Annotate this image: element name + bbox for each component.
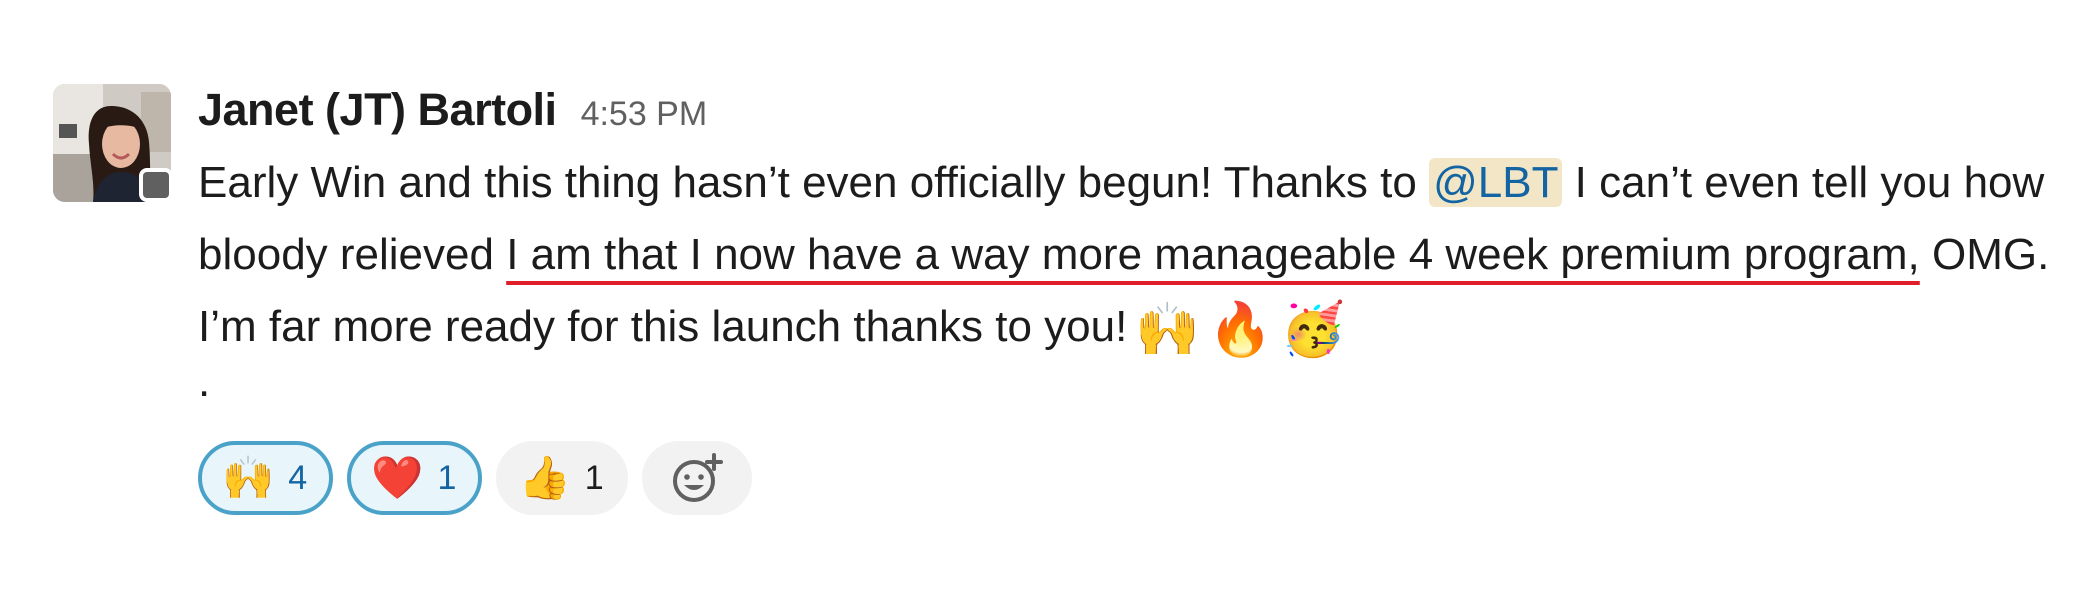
reaction-heart[interactable]: ❤️ 1 <box>347 441 483 515</box>
reaction-count: 1 <box>437 458 457 497</box>
message-text: Early Win and this thing hasn’t even off… <box>198 158 1430 207</box>
heart-icon: ❤️ <box>371 453 424 502</box>
reaction-count: 4 <box>288 458 308 497</box>
trailing-text: . <box>198 357 211 406</box>
raised-hands-icon: 🙌 <box>222 453 275 502</box>
message-header: Janet (JT) Bartoli 4:53 PM <box>198 84 2078 146</box>
reaction-thumbs-up[interactable]: 👍 1 <box>496 441 628 515</box>
reaction-raised-hands[interactable]: 🙌 4 <box>198 441 334 515</box>
fire-icon: 🔥 <box>1208 300 1273 360</box>
user-mention[interactable]: @LBT <box>1429 158 1563 207</box>
presence-status-icon <box>139 168 173 202</box>
message-content: Janet (JT) Bartoli 4:53 PM Early Win and… <box>198 84 2078 515</box>
thumbs-up-icon: 👍 <box>518 453 571 502</box>
author-name[interactable]: Janet (JT) Bartoli <box>198 84 557 136</box>
reaction-count: 1 <box>584 458 604 497</box>
timestamp[interactable]: 4:53 PM <box>581 95 708 134</box>
message-body: Early Win and this thing hasn’t even off… <box>198 147 2078 366</box>
add-reaction-icon <box>672 453 723 502</box>
reactions-bar: 🙌 4 ❤️ 1 👍 1 <box>198 441 2078 515</box>
partying-face-icon: 🥳 <box>1280 300 1346 360</box>
underlined-text: I am that I now have a way more manageab… <box>506 230 1920 279</box>
raised-hands-icon: 🙌 <box>1135 300 1201 360</box>
add-reaction-button[interactable] <box>641 441 752 515</box>
